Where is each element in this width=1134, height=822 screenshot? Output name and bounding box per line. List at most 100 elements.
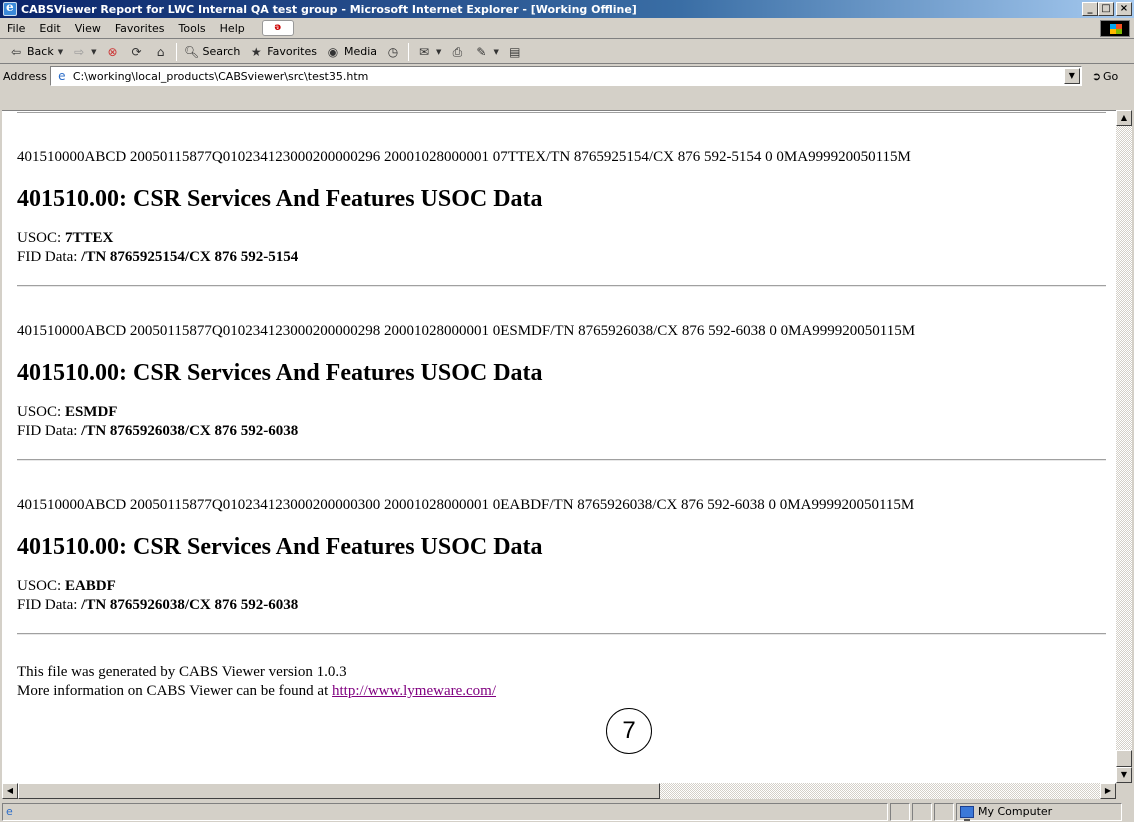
toolbar-separator xyxy=(175,42,177,61)
status-main-panel: e xyxy=(2,802,888,821)
menu-bar: File Edit View Favorites Tools Help ə xyxy=(0,18,1134,39)
toolbar: ⇦ Back ▼ ⇨ ▼ ⊗ ⟳ ⌂ 🔍︎ Search ★ Favorites… xyxy=(0,40,1134,64)
chevron-down-icon[interactable]: ▼ xyxy=(58,48,63,56)
internet-explorer-icon xyxy=(3,0,17,16)
address-bar: Address e C:\working\local_products\CABS… xyxy=(0,64,1134,88)
forward-button[interactable]: ⇨ ▼ xyxy=(67,42,100,62)
discuss-button[interactable]: ▤ xyxy=(503,42,527,62)
menu-view[interactable]: View xyxy=(68,22,108,35)
vertical-scrollbar[interactable]: ▲ ▼ xyxy=(1116,110,1132,783)
section-heading: 401510.00: CSR Services And Features USO… xyxy=(17,360,543,386)
close-button[interactable]: × xyxy=(1116,2,1132,16)
usoc-label: USOC: xyxy=(17,404,62,420)
window-controls: _ □ × xyxy=(1082,2,1132,16)
back-label: Back xyxy=(27,45,54,58)
fid-label: FID Data: xyxy=(17,597,78,613)
favorites-button[interactable]: ★ Favorites xyxy=(244,42,321,62)
chevron-down-icon[interactable]: ▼ xyxy=(436,48,441,56)
footer-info-prefix: More information on CABS Viewer can be f… xyxy=(17,683,333,699)
mail-icon: ✉ xyxy=(419,44,430,59)
scroll-left-button[interactable]: ◀ xyxy=(2,783,18,799)
menu-help[interactable]: Help xyxy=(213,22,252,35)
edit-icon: ✎ xyxy=(476,44,487,59)
footer-generated-line: This file was generated by CABS Viewer v… xyxy=(17,664,347,680)
step-callout: 7 xyxy=(606,708,652,754)
status-panel xyxy=(890,802,910,821)
window-title: CABSViewer Report for LWC Internal QA te… xyxy=(21,2,637,16)
scroll-down-button[interactable]: ▼ xyxy=(1116,767,1132,783)
fid-value: /TN 8765925154/CX 876 592-5154 xyxy=(81,249,299,265)
my-computer-icon xyxy=(960,805,974,821)
media-button[interactable]: ◉ Media xyxy=(321,42,381,62)
menu-file[interactable]: File xyxy=(0,22,32,35)
security-zone-panel: My Computer xyxy=(956,802,1122,821)
fid-label: FID Data: xyxy=(17,249,78,265)
section-heading: 401510.00: CSR Services And Features USO… xyxy=(17,534,543,560)
address-input[interactable]: e C:\working\local_products\CABSviewer\s… xyxy=(49,66,1082,86)
page-icon: e xyxy=(6,804,13,818)
toolbar-separator xyxy=(408,42,410,61)
usoc-value: ESMDF xyxy=(64,404,118,420)
search-icon: 🔍︎ xyxy=(183,44,200,59)
vertical-scroll-thumb[interactable] xyxy=(1116,750,1132,767)
back-arrow-icon: ⇦ xyxy=(10,44,22,59)
usoc-value: 7TTEX xyxy=(64,230,114,246)
usoc-label: USOC: xyxy=(17,578,62,594)
history-button[interactable]: ◷ xyxy=(381,42,405,62)
horizontal-scroll-thumb[interactable] xyxy=(18,783,660,799)
fid-value: /TN 8765926038/CX 876 592-6038 xyxy=(81,597,299,613)
raw-record-line: 401510000ABCD 20050115877Q01023412300020… xyxy=(17,323,916,339)
menu-edit[interactable]: Edit xyxy=(32,22,67,35)
top-divider xyxy=(17,112,1106,113)
menu-favorites[interactable]: Favorites xyxy=(108,22,172,35)
fid-label: FID Data: xyxy=(17,423,78,439)
search-button[interactable]: 🔍︎ Search xyxy=(180,42,245,62)
chevron-down-icon[interactable]: ▼ xyxy=(493,48,498,56)
address-label: Address xyxy=(3,69,47,83)
minimize-button[interactable]: _ xyxy=(1082,2,1098,16)
windows-logo-icon xyxy=(1100,20,1130,37)
back-button[interactable]: ⇦ Back ▼ xyxy=(4,42,67,62)
record-1: 401510000ABCD 20050115877Q01023412300020… xyxy=(17,149,1106,287)
media-icon: ◉ xyxy=(327,44,339,59)
usoc-value: EABDF xyxy=(64,578,116,594)
go-button[interactable]: ➲ Go xyxy=(1092,70,1118,83)
print-button[interactable]: ⎙ xyxy=(445,42,469,62)
stop-button[interactable]: ⊗ xyxy=(101,42,125,62)
fid-line: FID Data: /TN 8765926038/CX 876 592-6038 xyxy=(17,422,1106,441)
chevron-down-icon[interactable]: ▼ xyxy=(91,48,96,56)
horizontal-scrollbar[interactable]: ◀ ▶ xyxy=(2,783,1116,799)
scroll-up-button[interactable]: ▲ xyxy=(1116,110,1132,126)
status-panel xyxy=(934,802,954,821)
fid-line: FID Data: /TN 8765925154/CX 876 592-5154 xyxy=(17,248,1106,267)
refresh-button[interactable]: ⟳ xyxy=(125,42,149,62)
page-footer: This file was generated by CABS Viewer v… xyxy=(17,663,1106,701)
raw-record-line: 401510000ABCD 20050115877Q01023412300020… xyxy=(17,149,911,165)
edit-button[interactable]: ✎ ▼ xyxy=(469,42,502,62)
zone-label: My Computer xyxy=(978,805,1053,818)
home-button[interactable]: ⌂ xyxy=(149,42,173,62)
usoc-label: USOC: xyxy=(17,230,62,246)
mail-button[interactable]: ✉ ▼ xyxy=(412,42,445,62)
menu-tools[interactable]: Tools xyxy=(172,22,213,35)
status-panel xyxy=(912,802,932,821)
usoc-line: USOC: 7TTEX xyxy=(17,229,1106,248)
title-bar: CABSViewer Report for LWC Internal QA te… xyxy=(0,0,1134,18)
go-arrow-icon: ➲ xyxy=(1091,69,1102,83)
fid-value: /TN 8765926038/CX 876 592-6038 xyxy=(81,423,299,439)
lymeware-link[interactable]: http://www.lymeware.com/ xyxy=(332,683,496,699)
record-2: 401510000ABCD 20050115877Q01023412300020… xyxy=(17,323,1106,461)
maximize-button[interactable]: □ xyxy=(1098,2,1114,16)
page-icon: e xyxy=(58,69,66,83)
favorites-icon: ★ xyxy=(250,44,262,59)
address-dropdown-button[interactable]: ▼ xyxy=(1063,68,1080,84)
fid-line: FID Data: /TN 8765926038/CX 876 592-6038 xyxy=(17,596,1106,615)
discuss-icon: ▤ xyxy=(509,44,521,59)
media-label: Media xyxy=(344,45,378,58)
record-3: 401510000ABCD 20050115877Q01023412300020… xyxy=(17,497,1106,635)
links-logo-icon[interactable]: ə xyxy=(261,20,294,36)
address-url[interactable]: C:\working\local_products\CABSviewer\src… xyxy=(73,70,1064,83)
usoc-line: USOC: ESMDF xyxy=(17,403,1106,422)
print-icon: ⎙ xyxy=(452,44,463,59)
scroll-right-button[interactable]: ▶ xyxy=(1100,783,1116,799)
